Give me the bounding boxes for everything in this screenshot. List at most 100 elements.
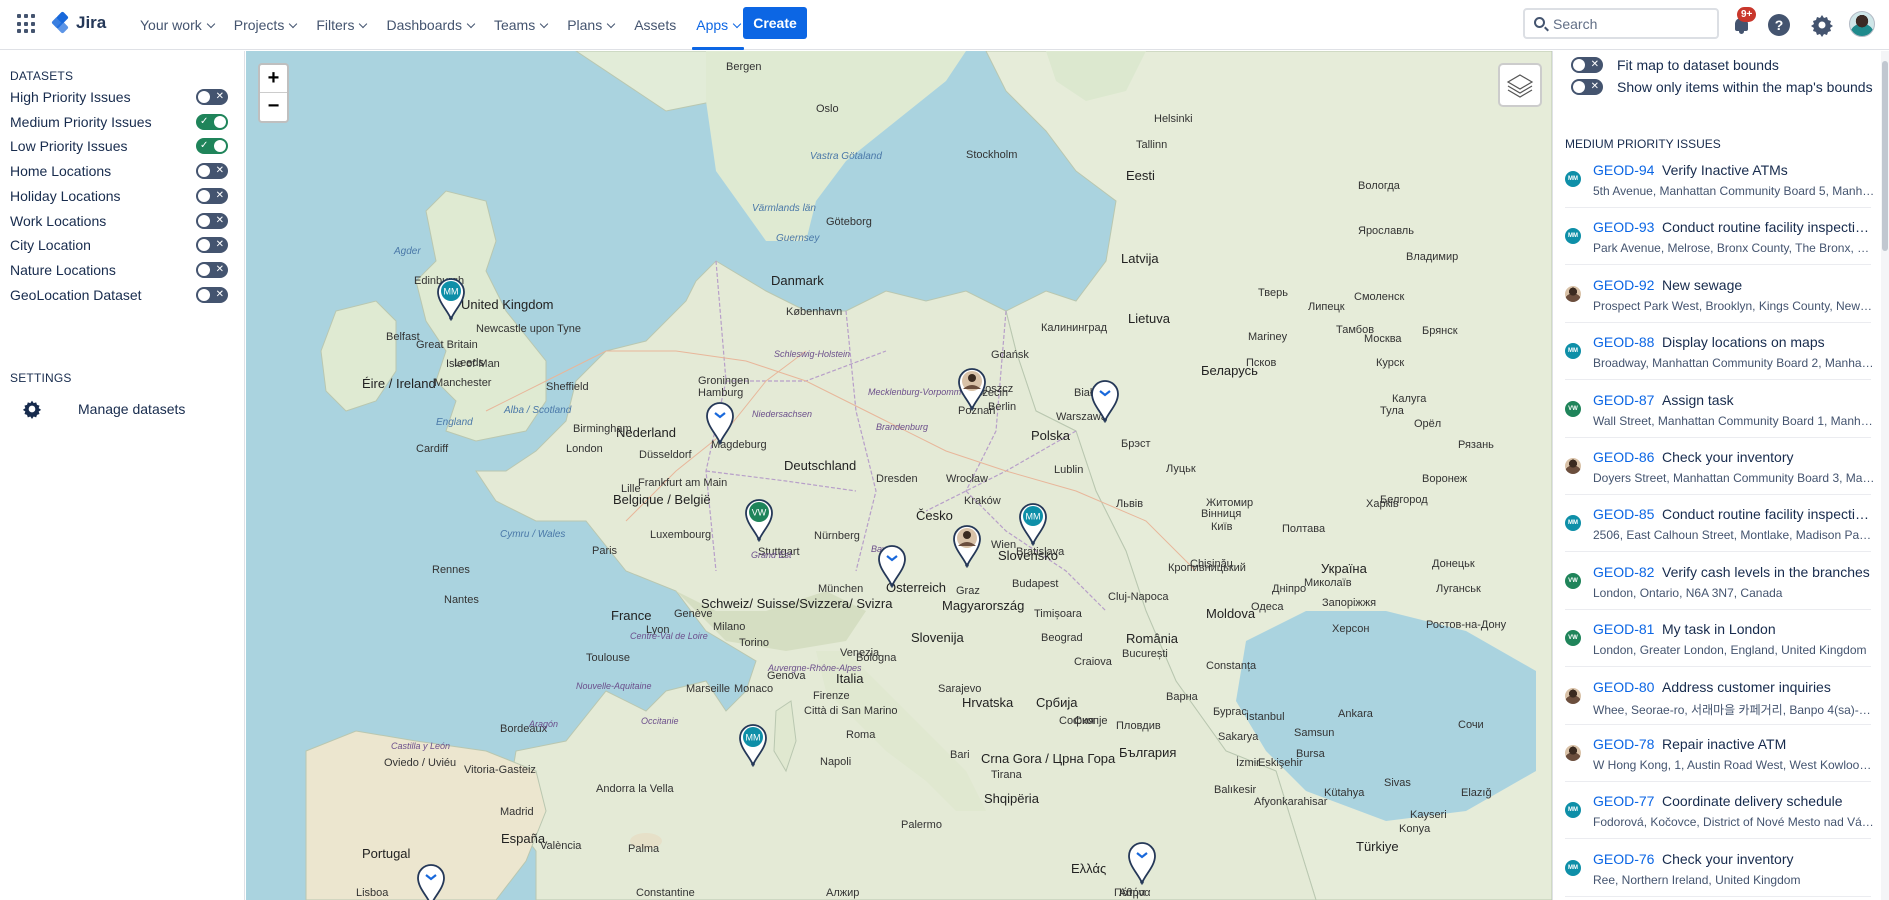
nav-apps[interactable]: Apps <box>686 0 750 50</box>
issue-row[interactable]: MM GEOD-94 Verify Inactive ATMs 5th Avenue,… <box>1565 151 1875 208</box>
map-marker-pin[interactable] <box>705 401 735 445</box>
map-option-label: Show only items within the map's bounds <box>1617 79 1873 95</box>
map-marker-pin[interactable] <box>877 544 907 588</box>
dataset-toggle[interactable]: ✕ <box>196 163 228 180</box>
dataset-row[interactable]: Nature Locations ✕ <box>10 259 228 281</box>
dataset-row[interactable]: Medium Priority Issues ✓ <box>10 111 228 133</box>
issue-row[interactable]: VW GEOD-82 Verify cash levels in the branc… <box>1565 553 1871 610</box>
zoom-in-button[interactable]: + <box>260 65 287 93</box>
map-label-citie: Рязань <box>1458 439 1494 451</box>
jira-logo[interactable]: Jira <box>50 11 106 34</box>
issue-key-link[interactable]: GEOD-87 <box>1593 392 1654 408</box>
dataset-toggle[interactable]: ✕ <box>196 187 228 204</box>
settings-gear-icon[interactable] <box>1810 13 1834 37</box>
issue-row[interactable]: MM GEOD-93 Conduct routine facility inspec… <box>1565 208 1875 266</box>
map-marker-pin[interactable] <box>1090 379 1120 423</box>
user-avatar[interactable] <box>1849 11 1875 37</box>
nav-projects[interactable]: Projects <box>224 0 307 50</box>
map-label-citie: Afyonkarahisar <box>1254 796 1328 808</box>
issue-row[interactable]: MM GEOD-88 Display locations on maps Broadw… <box>1565 323 1875 381</box>
nav-dashboards[interactable]: Dashboards <box>376 0 484 50</box>
map-label-citie: Constanța <box>1206 660 1257 672</box>
issue-key-link[interactable]: GEOD-76 <box>1593 851 1654 867</box>
dataset-toggle[interactable]: ✕ <box>196 237 228 254</box>
issue-address: Fodorová, Kočovce, District of Nové Mest… <box>1593 815 1875 830</box>
map-label-citie: Genève <box>674 608 713 620</box>
issue-key-link[interactable]: GEOD-88 <box>1593 334 1654 350</box>
primary-nav: Your work Projects Filters Dashboards Te… <box>130 0 750 50</box>
dataset-row[interactable]: GeoLocation Dataset ✕ <box>10 284 228 306</box>
issue-row[interactable]: MM GEOD-77 Coordinate delivery schedule Fod… <box>1565 782 1875 840</box>
map-marker-pin[interactable]: MM <box>738 723 768 767</box>
map-option-row[interactable]: ✕ Fit map to dataset bounds <box>1571 57 1779 73</box>
nav-plans[interactable]: Plans <box>557 0 624 50</box>
gear-icon <box>22 399 42 419</box>
nav-teams[interactable]: Teams <box>484 0 557 50</box>
issue-row[interactable]: MM GEOD-76 Check your inventory Ree, Northe… <box>1565 840 1871 897</box>
nav-your-work[interactable]: Your work <box>130 0 224 50</box>
dataset-toggle[interactable]: ✕ <box>196 261 228 278</box>
map-marker-pin[interactable] <box>1127 841 1157 885</box>
dataset-toggle[interactable]: ✕ <box>196 286 228 303</box>
issue-key-link[interactable]: GEOD-92 <box>1593 277 1654 293</box>
layers-button[interactable] <box>1498 63 1542 107</box>
nav-label: Dashboards <box>386 17 462 33</box>
map-option-row[interactable]: ✕ Show only items within the map's bounds <box>1571 79 1873 95</box>
create-button[interactable]: Create <box>743 7 807 39</box>
dataset-toggle[interactable]: ✓ <box>196 113 228 130</box>
issue-row[interactable]: MM GEOD-85 Conduct routine facility inspec… <box>1565 495 1875 553</box>
map-marker-pin[interactable] <box>416 863 446 900</box>
map-marker-pin[interactable]: MM <box>436 277 466 321</box>
map-label-citie: Алжир <box>826 887 860 899</box>
map-option-toggle[interactable]: ✕ <box>1571 57 1603 73</box>
nav-filters[interactable]: Filters <box>306 0 376 50</box>
issue-key-link[interactable]: GEOD-86 <box>1593 449 1654 465</box>
issue-key-link[interactable]: GEOD-85 <box>1593 506 1654 522</box>
issue-key-link[interactable]: GEOD-82 <box>1593 564 1654 580</box>
app-switcher-icon[interactable] <box>17 14 37 34</box>
dataset-label: Holiday Locations <box>10 187 121 204</box>
dataset-row[interactable]: Holiday Locations ✕ <box>10 185 228 207</box>
issue-key-link[interactable]: GEOD-94 <box>1593 162 1654 178</box>
map-label-citie: Città di San Marino <box>804 705 898 717</box>
map-marker-pin[interactable]: VW <box>744 498 774 542</box>
zoom-out-button[interactable]: − <box>260 93 287 121</box>
dataset-toggle[interactable]: ✕ <box>196 212 228 229</box>
issue-key-link[interactable]: GEOD-78 <box>1593 736 1654 752</box>
map-marker-pin[interactable] <box>952 524 982 568</box>
map-view[interactable]: + − United Kingdom Éire / Ireland France Es… <box>246 51 1552 900</box>
issue-key-link[interactable]: GEOD-77 <box>1593 793 1654 809</box>
help-icon[interactable]: ? <box>1768 14 1790 36</box>
search-input[interactable] <box>1553 15 1703 32</box>
map-label-citie: Пловдив <box>1116 720 1161 732</box>
issue-row[interactable]: GEOD-92 New sewage Prospect Park West, Bro… <box>1565 266 1875 323</box>
dataset-toggle[interactable]: ✕ <box>196 89 228 105</box>
map-option-toggle[interactable]: ✕ <box>1571 79 1603 95</box>
issue-row[interactable]: VW GEOD-81 My task in London London, Greate… <box>1565 610 1871 668</box>
dataset-row[interactable]: Home Locations ✕ <box>10 160 228 182</box>
map-label-citie: Калининград <box>1041 322 1108 334</box>
issue-row[interactable]: GEOD-78 Repair inactive ATM W Hong Kong, 1… <box>1565 725 1875 782</box>
issue-key-link[interactable]: GEOD-93 <box>1593 219 1654 235</box>
issue-row[interactable]: GEOD-80 Address customer inquiries Whee, S… <box>1565 668 1875 725</box>
dataset-row[interactable]: Low Priority Issues ✓ <box>10 135 228 157</box>
map-label-citie: Berlin <box>988 401 1017 413</box>
map-label-citie: Луцьк <box>1166 463 1196 475</box>
search-box[interactable] <box>1523 8 1719 39</box>
dataset-row[interactable]: High Priority Issues ✕ <box>10 86 228 108</box>
issue-row[interactable]: GEOD-86 Check your inventory Doyers Street… <box>1565 438 1875 495</box>
map-label-citie: Graz <box>956 585 980 597</box>
map-marker-pin[interactable] <box>957 367 987 411</box>
dataset-row[interactable]: City Location ✕ <box>10 234 228 256</box>
map-label-citie: Донецьк <box>1432 558 1475 570</box>
dataset-row[interactable]: Work Locations ✕ <box>10 210 228 232</box>
manage-datasets-button[interactable]: Manage datasets <box>22 399 185 419</box>
map-label-sea: Guernsey <box>776 233 820 244</box>
dataset-toggle[interactable]: ✓ <box>196 138 228 155</box>
map-marker-pin[interactable]: MM <box>1018 502 1048 546</box>
issues-scrollbar[interactable] <box>1881 51 1889 900</box>
issue-key-link[interactable]: GEOD-81 <box>1593 621 1654 637</box>
issue-row[interactable]: VW GEOD-87 Assign task Wall Street, Manhatt… <box>1565 381 1875 438</box>
nav-assets[interactable]: Assets <box>624 0 686 50</box>
issue-key-link[interactable]: GEOD-80 <box>1593 679 1654 695</box>
